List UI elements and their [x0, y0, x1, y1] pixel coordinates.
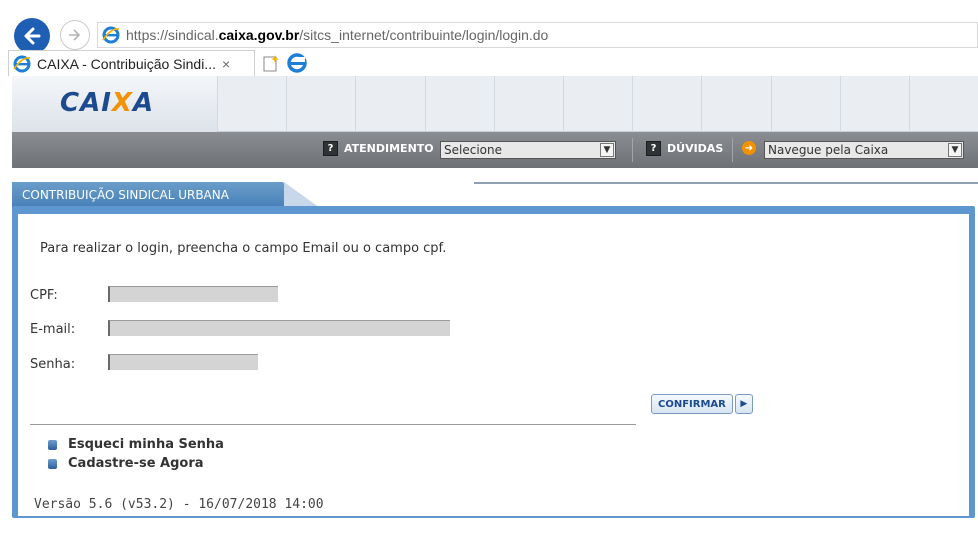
orange-arrow-icon: ➜ — [742, 141, 756, 155]
tab-favicon-icon — [13, 55, 31, 72]
forward-button[interactable] — [60, 20, 90, 50]
bullet-icon — [48, 439, 57, 450]
forgot-password-link[interactable]: Esqueci minha Senha — [48, 437, 224, 452]
senha-label: Senha: — [30, 357, 76, 372]
login-instructions: Para realizar o login, preencha o campo … — [40, 241, 447, 256]
atendimento-label: ATENDIMENTO — [344, 142, 434, 155]
password-input[interactable] — [108, 354, 258, 370]
logo-text-x: X — [111, 88, 133, 118]
register-link[interactable]: Cadastre-se Agora — [48, 456, 204, 471]
atendimento-select[interactable]: Selecione ▼ — [440, 141, 616, 159]
confirm-button-group[interactable]: CONFIRMAR ▶ — [651, 394, 753, 414]
help-icon: ? — [323, 141, 338, 156]
back-arrow-icon — [24, 27, 41, 45]
url-path: /sitcs_internet/contribuinte/login/login… — [299, 27, 549, 43]
site-header: CAIXA — [12, 76, 978, 132]
new-tab-icon[interactable] — [262, 54, 280, 72]
section-divider — [474, 182, 978, 184]
version-text: Versão 5.6 (v53.2) - 16/07/2018 14:00 — [34, 497, 324, 512]
tab-slant — [284, 182, 320, 208]
header-grid — [217, 76, 978, 132]
forgot-password-text: Esqueci minha Senha — [68, 437, 224, 452]
section-tab: CONTRIBUIÇÃO SINDICAL URBANA — [12, 182, 284, 208]
edge-icon[interactable] — [286, 52, 308, 74]
cpf-input[interactable] — [108, 286, 278, 302]
url-host: caixa.gov.br — [218, 27, 300, 43]
section-title: CONTRIBUIÇÃO SINDICAL URBANA — [22, 188, 229, 202]
tab-close-icon[interactable]: × — [222, 56, 230, 72]
atendimento-select-value: Selecione — [444, 143, 502, 157]
browser-chrome: https://sindical. caixa.gov.br/sitcs_inte… — [0, 0, 978, 76]
tab-title: CAIXA - Contribuição Sindi... — [37, 55, 216, 72]
atendimento-label-group: ? ATENDIMENTO — [323, 141, 434, 156]
duvidas-label: DÚVIDAS — [667, 142, 724, 155]
cpf-label: CPF: — [30, 288, 58, 303]
logo-text-left: CAI — [60, 88, 112, 118]
duvidas-label-group[interactable]: ? DÚVIDAS — [646, 141, 723, 156]
chevron-down-icon: ▼ — [948, 143, 962, 157]
forward-arrow-icon — [69, 29, 81, 41]
internet-explorer-icon — [102, 26, 120, 44]
confirm-button[interactable]: CONFIRMAR — [651, 394, 733, 414]
logo-text-right: A — [132, 88, 155, 118]
tab-bar: CAIXA - Contribuição Sindi... × — [0, 50, 978, 76]
url-prefix: https://sindical. — [126, 27, 219, 43]
login-panel: Para realizar o login, preencha o campo … — [18, 214, 969, 516]
register-text: Cadastre-se Agora — [68, 456, 204, 471]
bullet-icon — [48, 458, 57, 469]
email-input[interactable] — [108, 320, 450, 336]
address-bar[interactable]: https://sindical. caixa.gov.br/sitcs_inte… — [97, 22, 978, 48]
email-label: E-mail: — [30, 322, 76, 337]
browser-tab[interactable]: CAIXA - Contribuição Sindi... × — [8, 50, 255, 76]
question-icon: ? — [646, 141, 661, 156]
service-toolbar: ? ATENDIMENTO Selecione ▼ ? DÚVIDAS ➜ Na… — [12, 132, 978, 168]
logo-area[interactable]: CAIXA — [12, 76, 217, 132]
chevron-down-icon: ▼ — [600, 143, 614, 157]
play-arrow-icon[interactable]: ▶ — [734, 394, 753, 414]
navegue-select[interactable]: Navegue pela Caixa ▼ — [764, 141, 964, 159]
form-divider — [30, 424, 636, 425]
section-tab-area: CONTRIBUIÇÃO SINDICAL URBANA — [12, 168, 978, 208]
navegue-group: ➜ — [742, 141, 762, 155]
navegue-select-value: Navegue pela Caixa — [768, 143, 889, 157]
back-button[interactable] — [14, 18, 50, 54]
caixa-logo: CAIXA — [60, 88, 154, 118]
